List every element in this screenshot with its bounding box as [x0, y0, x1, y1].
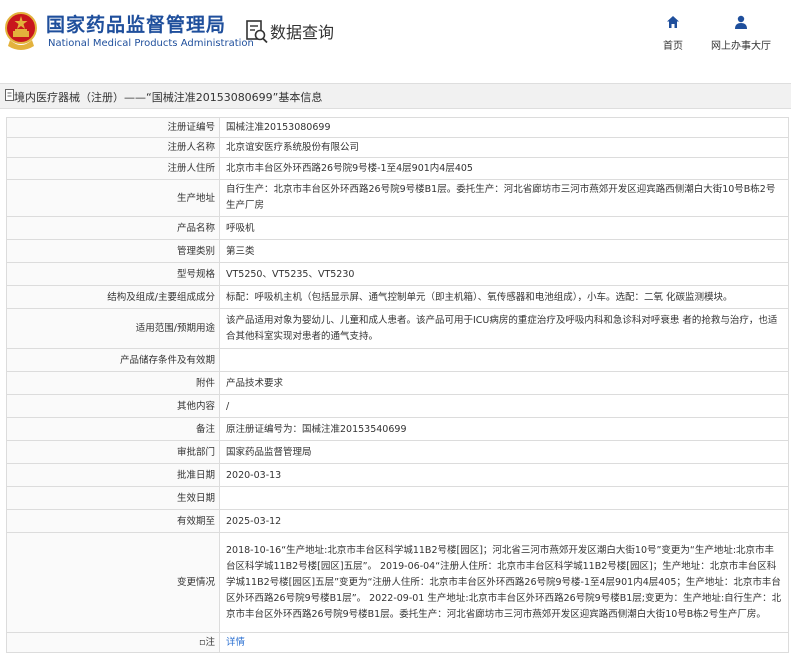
- nav-home-label: 首页: [663, 41, 683, 52]
- row-label-text: 注: [205, 637, 215, 648]
- details-link[interactable]: 详情: [226, 637, 245, 648]
- row-value: 北京市丰台区外环西路26号院9号楼-1至4层901内4层405: [219, 157, 789, 180]
- nav-online-service-link[interactable]: 网上办事大厅: [706, 14, 776, 52]
- row-label: 注册证编号: [6, 117, 220, 138]
- row-value: 国械注准20153080699: [219, 117, 789, 138]
- device-info-table: 注册证编号 国械注准20153080699 注册人名称 北京谊安医疗系统股份有限公司…: [6, 117, 789, 653]
- row-value: 产品技术要求: [219, 371, 789, 395]
- row-value: 该产品适用对象为婴幼儿、儿童和成人患者。该产品可用于ICU病房的重症治疗及呼吸内…: [219, 308, 789, 349]
- breadcrumb-bar: 境内医疗器械（注册）——“国械注准20153080699”基本信息: [0, 83, 791, 109]
- table-row: 备注 原注册证编号为：国械注准20153540699: [6, 417, 789, 441]
- table-row: 审批部门 国家药品监督管理局: [6, 440, 789, 464]
- table-row: 其他内容 /: [6, 394, 789, 418]
- row-value: 呼吸机: [219, 216, 789, 240]
- table-row: 适用范围/预期用途 该产品适用对象为婴幼儿、儿童和成人患者。该产品可用于ICU病房…: [6, 308, 789, 349]
- row-label: 适用范围/预期用途: [6, 308, 220, 349]
- row-label: 生效日期: [6, 486, 220, 510]
- table-row: 型号规格 VT5250、VT5235、VT5230: [6, 262, 789, 286]
- row-label: 附件: [6, 371, 220, 395]
- row-label: 变更情况: [6, 532, 220, 633]
- row-label: 其他内容: [6, 394, 220, 418]
- row-value: /: [219, 394, 789, 418]
- national-emblem-icon: [5, 12, 37, 50]
- user-icon: [735, 15, 747, 29]
- table-row: 产品储存条件及有效期: [6, 348, 789, 372]
- row-label: 结构及组成/主要组成成分: [6, 285, 220, 309]
- row-value: 第三类: [219, 239, 789, 263]
- row-value: [219, 348, 789, 372]
- row-label: 管理类别: [6, 239, 220, 263]
- table-row: ▫注 详情: [6, 632, 789, 653]
- site-title: 国家药品监督管理局: [46, 14, 227, 36]
- site-subtitle: National Medical Products Administration: [48, 38, 254, 49]
- table-row: 结构及组成/主要组成成分 标配：呼吸机主机（包括显示屏、通气控制单元（即主机箱）、…: [6, 285, 789, 309]
- row-value: 北京谊安医疗系统股份有限公司: [219, 137, 789, 158]
- table-row: 变更情况 2018-10-16“生产地址:北京市丰台区科学城11B2号楼[园区]；…: [6, 532, 789, 633]
- row-value: 详情: [219, 632, 789, 653]
- row-label: 备注: [6, 417, 220, 441]
- row-label: 有效期至: [6, 509, 220, 533]
- table-row: 批准日期 2020-03-13: [6, 463, 789, 487]
- row-value: 2025-03-12: [219, 509, 789, 533]
- row-label: 型号规格: [6, 262, 220, 286]
- table-row: 有效期至 2025-03-12: [6, 509, 789, 533]
- home-icon: [667, 16, 679, 28]
- table-row: 注册人名称 北京谊安医疗系统股份有限公司: [6, 137, 789, 158]
- nav-home-link[interactable]: 首页: [655, 14, 691, 52]
- table-row: 注册证编号 国械注准20153080699: [6, 117, 789, 138]
- row-label: ▫注: [6, 632, 220, 653]
- row-label: 生产地址: [6, 179, 220, 217]
- table-row: 生产地址 自行生产：北京市丰台区外环西路26号院9号楼B1层。委托生产：河北省廊坊…: [6, 179, 789, 217]
- row-label: 注册人名称: [6, 137, 220, 158]
- row-value: 自行生产：北京市丰台区外环西路26号院9号楼B1层。委托生产：河北省廊坊市三河市…: [219, 179, 789, 217]
- search-document-icon: [246, 20, 268, 44]
- row-value: [219, 486, 789, 510]
- row-value: 国家药品监督管理局: [219, 440, 789, 464]
- row-label: 产品名称: [6, 216, 220, 240]
- row-value: 原注册证编号为：国械注准20153540699: [219, 417, 789, 441]
- table-row: 管理类别 第三类: [6, 239, 789, 263]
- table-row: 产品名称 呼吸机: [6, 216, 789, 240]
- row-value: VT5250、VT5235、VT5230: [219, 262, 789, 286]
- row-label: 注册人住所: [6, 157, 220, 180]
- row-value: 标配：呼吸机主机（包括显示屏、通气控制单元（即主机箱）、氧传感器和电池组成），小…: [219, 285, 789, 309]
- table-row: 生效日期: [6, 486, 789, 510]
- table-row: 注册人住所 北京市丰台区外环西路26号院9号楼-1至4层901内4层405: [6, 157, 789, 180]
- site-header: 国家药品监督管理局 National Medical Products Admi…: [0, 0, 791, 66]
- row-label: 审批部门: [6, 440, 220, 464]
- row-value: 2020-03-13: [219, 463, 789, 487]
- row-label: 产品储存条件及有效期: [6, 348, 220, 372]
- row-value: 2018-10-16“生产地址:北京市丰台区科学城11B2号楼[园区]；河北省三…: [219, 532, 789, 633]
- table-row: 附件 产品技术要求: [6, 371, 789, 395]
- breadcrumb: 境内医疗器械（注册）——“国械注准20153080699”基本信息: [14, 91, 323, 104]
- nav-online-service-label: 网上办事大厅: [711, 41, 771, 52]
- row-label: 批准日期: [6, 463, 220, 487]
- section-title: 数据查询: [270, 23, 335, 42]
